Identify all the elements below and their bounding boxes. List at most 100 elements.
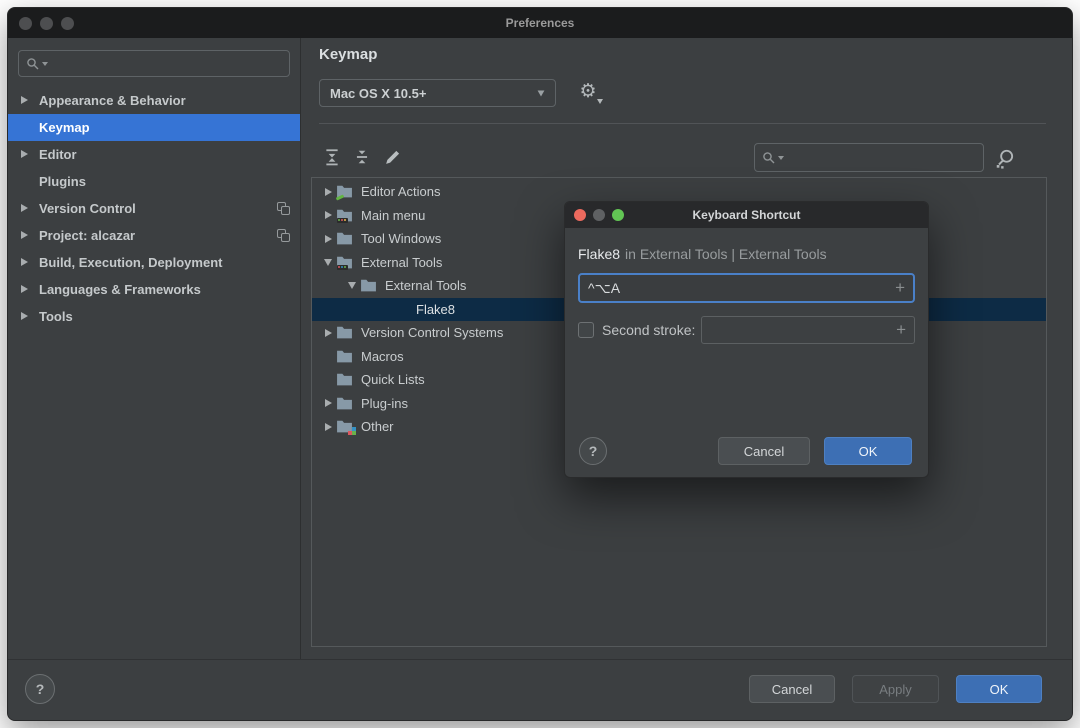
external-tools-folder-icon: [336, 255, 355, 270]
search-icon: [27, 57, 39, 69]
add-stroke-icon[interactable]: +: [895, 278, 905, 298]
second-stroke-checkbox[interactable]: [578, 322, 594, 338]
search-icon: [763, 151, 775, 163]
tree-item-label: Other: [361, 419, 394, 435]
other-folder-icon: [336, 419, 356, 435]
pencil-icon: [385, 150, 399, 164]
project-scope-icon: [277, 229, 290, 242]
project-scope-icon: [277, 202, 290, 215]
tree-item-label: External Tools: [361, 254, 443, 270]
ok-button[interactable]: OK: [956, 675, 1042, 703]
main-menu-folder-icon: [336, 208, 355, 223]
chevron-right-icon[interactable]: [21, 231, 28, 239]
collapse-all-button[interactable]: [349, 144, 375, 170]
tree-item-label: Version Control Systems: [361, 325, 504, 341]
chevron-right-icon[interactable]: [324, 187, 332, 196]
chevron-down-icon[interactable]: [348, 282, 356, 290]
find-actions-by-shortcut-button[interactable]: [991, 145, 1019, 173]
folder-icon: [336, 231, 355, 246]
second-stroke-label: Second stroke:: [602, 322, 696, 338]
folder-icon: [336, 396, 355, 411]
chevron-right-icon[interactable]: [21, 285, 28, 293]
dialog-body: Flake8 in External Tools | External Tools…: [565, 228, 928, 344]
sidebar-search-input[interactable]: [18, 50, 290, 77]
settings-sidebar: Appearance & Behavior Keymap Editor Plug…: [8, 38, 301, 659]
tree-item-label: External Tools: [385, 278, 467, 294]
keymap-scheme-select[interactable]: Mac OS X 10.5+: [319, 79, 556, 107]
window-titlebar: Preferences: [8, 8, 1072, 38]
chevron-right-icon[interactable]: [324, 399, 332, 408]
expand-all-button[interactable]: [319, 144, 345, 170]
chevron-down-icon: [597, 99, 603, 104]
sidebar-item-label: Build, Execution, Deployment: [39, 255, 223, 270]
chevron-down-icon[interactable]: [324, 258, 332, 266]
sidebar-item-label: Version Control: [39, 201, 136, 216]
sidebar-item-build-execution-deployment[interactable]: Build, Execution, Deployment: [8, 249, 300, 276]
chevron-right-icon[interactable]: [21, 312, 28, 320]
expand-all-icon: [326, 149, 338, 166]
window-footer: ? Cancel Apply OK: [8, 659, 1072, 720]
chevron-right-icon[interactable]: [21, 150, 28, 158]
chevron-right-icon[interactable]: [324, 422, 332, 431]
tree-row-editor-actions[interactable]: Editor Actions: [312, 180, 1046, 204]
chevron-right-icon[interactable]: [21, 204, 28, 212]
sidebar-item-label: Keymap: [39, 120, 90, 135]
editor-actions-folder-icon: [335, 184, 355, 201]
apply-button[interactable]: Apply: [852, 675, 939, 703]
chevron-right-icon[interactable]: [324, 234, 332, 243]
dialog-footer: ? Cancel OK: [579, 437, 912, 465]
tree-item-label: Main menu: [361, 207, 426, 223]
sidebar-item-label: Plugins: [39, 174, 86, 189]
second-stroke-row: Second stroke: +: [578, 316, 915, 344]
sidebar-item-label: Languages & Frameworks: [39, 282, 201, 297]
window-title: Preferences: [505, 16, 575, 30]
chevron-right-icon[interactable]: [324, 328, 332, 337]
sidebar-item-editor[interactable]: Editor: [8, 141, 300, 168]
second-stroke-input[interactable]: +: [701, 316, 915, 344]
sidebar-item-appearance-behavior[interactable]: Appearance & Behavior: [8, 87, 300, 114]
sidebar-item-tools[interactable]: Tools: [8, 303, 300, 330]
chevron-down-icon: [537, 90, 545, 96]
folder-icon: [336, 372, 355, 387]
scheme-settings-button[interactable]: ⚙: [574, 80, 603, 106]
add-stroke-icon[interactable]: +: [896, 320, 906, 340]
folder-icon: [336, 349, 355, 364]
scheme-selected-value: Mac OS X 10.5+: [330, 85, 427, 101]
keyboard-shortcut-dialog: Keyboard Shortcut Flake8 in External Tool…: [564, 201, 929, 478]
tree-item-label: Macros: [361, 348, 404, 364]
sidebar-item-project-alcazar[interactable]: Project: alcazar: [8, 222, 300, 249]
find-by-shortcut-icon: [996, 149, 1014, 169]
tree-item-label: Editor Actions: [361, 184, 441, 200]
search-history-caret-icon[interactable]: [778, 155, 784, 160]
shortcut-subject-line: Flake8 in External Tools | External Tools: [578, 246, 915, 262]
page-title: Keymap: [319, 46, 378, 63]
tree-item-label: Flake8: [416, 301, 456, 317]
sidebar-item-languages-frameworks[interactable]: Languages & Frameworks: [8, 276, 300, 303]
tree-item-label: Plug-ins: [361, 395, 408, 411]
dialog-ok-button[interactable]: OK: [824, 437, 912, 465]
sidebar-item-label: Tools: [39, 309, 73, 324]
chevron-right-icon[interactable]: [21, 96, 28, 104]
dialog-help-button[interactable]: ?: [579, 437, 607, 465]
chevron-right-icon[interactable]: [324, 211, 332, 220]
sidebar-item-label: Project: alcazar: [39, 228, 136, 243]
help-button[interactable]: ?: [25, 674, 55, 704]
first-stroke-value: ^⌥A: [588, 279, 621, 296]
dialog-title: Keyboard Shortcut: [692, 208, 801, 222]
sidebar-item-keymap[interactable]: Keymap: [8, 114, 300, 141]
actions-search-input[interactable]: [754, 143, 984, 172]
dialog-titlebar: Keyboard Shortcut: [565, 202, 928, 228]
divider: [319, 123, 1046, 124]
tree-item-label: Quick Lists: [361, 372, 425, 388]
sidebar-item-version-control[interactable]: Version Control: [8, 195, 300, 222]
search-history-caret-icon[interactable]: [42, 61, 48, 66]
edit-shortcut-button[interactable]: [379, 144, 405, 170]
preferences-window: Preferences Appearance & Behavior Keymap…: [7, 7, 1073, 721]
chevron-right-icon[interactable]: [21, 258, 28, 266]
collapse-all-icon: [356, 150, 368, 164]
dialog-cancel-button[interactable]: Cancel: [718, 437, 810, 465]
sidebar-item-plugins[interactable]: Plugins: [8, 168, 300, 195]
cancel-button[interactable]: Cancel: [749, 675, 835, 703]
first-stroke-input[interactable]: ^⌥A +: [578, 273, 915, 303]
gear-icon: ⚙: [579, 81, 597, 102]
